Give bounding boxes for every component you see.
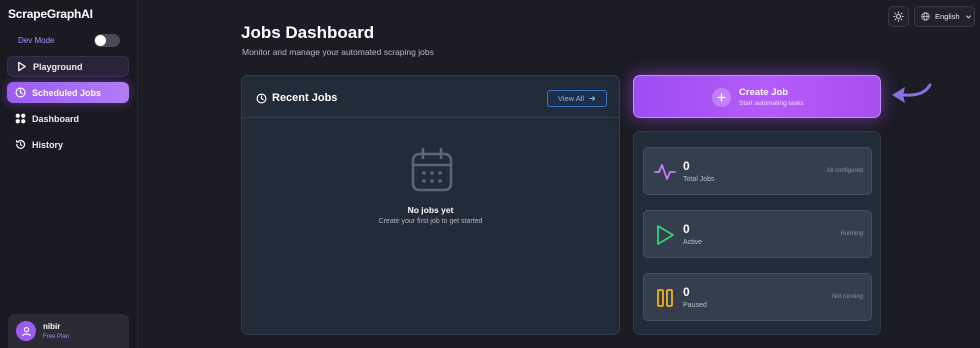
stat-card-paused: 0 Paused Not running <box>643 273 872 321</box>
recent-jobs-card: Recent Jobs View All No jobs yet Create … <box>241 75 620 335</box>
pause-icon <box>657 289 673 307</box>
globe-icon <box>921 12 930 21</box>
chevron-down-icon <box>965 15 971 19</box>
stat-value: 0 <box>683 285 690 299</box>
stat-card-total-jobs: 0 Total Jobs All configured <box>643 147 872 195</box>
stat-note: Running <box>840 231 863 237</box>
clock-icon <box>15 87 26 98</box>
user-plan: Free Plan <box>43 334 70 340</box>
sidebar-item-label: Scheduled Jobs <box>32 87 102 98</box>
theme-toggle-button[interactable] <box>888 6 909 27</box>
sun-icon <box>893 11 904 22</box>
stat-label: Paused <box>683 302 707 309</box>
stat-value: 0 <box>683 159 690 173</box>
language-select[interactable]: English <box>914 6 975 27</box>
play-icon <box>18 61 26 72</box>
view-all-label: View All <box>557 94 585 103</box>
grid-icon <box>15 113 26 124</box>
create-job-label: Create Job <box>739 87 789 98</box>
brand-name: ScrapeGraphAI <box>8 7 93 21</box>
language-label: English <box>935 12 960 21</box>
arrow-right-icon <box>589 96 596 101</box>
stat-label: Total Jobs <box>683 176 715 183</box>
page-subtitle: Monitor and manage your automated scrapi… <box>242 47 434 57</box>
sidebar-item-dashboard[interactable]: Dashboard <box>7 108 129 129</box>
sidebar-item-scheduled-jobs[interactable]: Scheduled Jobs <box>7 82 129 103</box>
sidebar: ScrapeGraphAI Dev Mode Playground Schedu… <box>0 0 138 348</box>
play-icon <box>657 225 674 245</box>
activity-icon <box>654 164 676 180</box>
stat-note: All configured <box>826 168 863 174</box>
stats-panel: 0 Total Jobs All configured 0 Active Run… <box>633 131 881 335</box>
sidebar-item-label: Playground <box>33 61 83 72</box>
user-name: nibir <box>43 322 61 331</box>
user-icon <box>21 326 31 336</box>
user-card[interactable]: nibir Free Plan <box>8 314 129 348</box>
sidebar-item-label: History <box>32 139 64 150</box>
dev-mode-label: Dev Mode <box>18 36 55 45</box>
toggle-knob <box>95 35 106 46</box>
clock-icon <box>256 93 267 103</box>
sidebar-item-history[interactable]: History <box>7 134 129 155</box>
stat-value: 0 <box>683 222 690 236</box>
recent-jobs-label: Recent Jobs <box>272 92 338 104</box>
empty-state-subtitle: Create your first job to get started <box>378 218 483 225</box>
view-all-button[interactable]: View All <box>547 90 607 107</box>
sidebar-item-playground[interactable]: Playground <box>7 56 129 77</box>
recent-jobs-title: Recent Jobs <box>256 92 337 104</box>
recent-jobs-header: Recent Jobs View All <box>242 76 619 118</box>
stat-label: Active <box>683 239 703 246</box>
calendar-icon <box>411 147 453 192</box>
sidebar-item-label: Dashboard <box>32 113 80 124</box>
create-job-button[interactable]: Create Job Start automating tasks <box>633 75 881 118</box>
pointing-arrow-icon <box>892 83 932 103</box>
empty-state-title: No jobs yet <box>407 205 454 215</box>
page-title: Jobs Dashboard <box>241 23 375 42</box>
stat-card-active: 0 Active Running <box>643 210 872 258</box>
plus-icon <box>712 88 731 107</box>
history-icon <box>15 140 26 149</box>
dev-mode-toggle[interactable] <box>94 34 120 47</box>
avatar <box>16 321 36 341</box>
create-job-subtitle: Start automating tasks <box>739 100 804 107</box>
stat-note: Not running <box>831 294 863 300</box>
